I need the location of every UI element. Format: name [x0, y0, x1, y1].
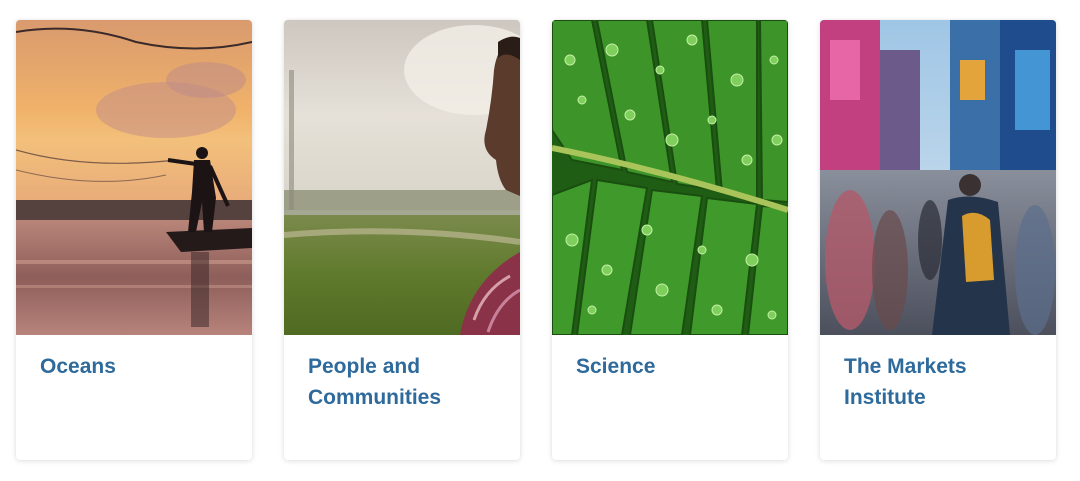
card-title-the-markets-institute[interactable]: The Markets Institute [844, 351, 1044, 413]
people-and-communities-photo[interactable] [284, 20, 520, 335]
oceans-photo[interactable] [16, 20, 252, 335]
card-oceans[interactable]: Oceans [16, 20, 252, 460]
card-people-and-communities[interactable]: People and Communities [284, 20, 520, 460]
card-the-markets-institute[interactable]: The Markets Institute [820, 20, 1056, 460]
card-title-people-and-communities[interactable]: People and Communities [308, 351, 508, 413]
card-science[interactable]: Science [552, 20, 788, 460]
science-photo[interactable] [552, 20, 788, 335]
card-title-oceans[interactable]: Oceans [40, 351, 240, 382]
card-title-science[interactable]: Science [576, 351, 776, 382]
topic-card-grid: Oceans People and Communities Science Th… [0, 0, 1080, 481]
the-markets-institute-photo[interactable] [820, 20, 1056, 335]
